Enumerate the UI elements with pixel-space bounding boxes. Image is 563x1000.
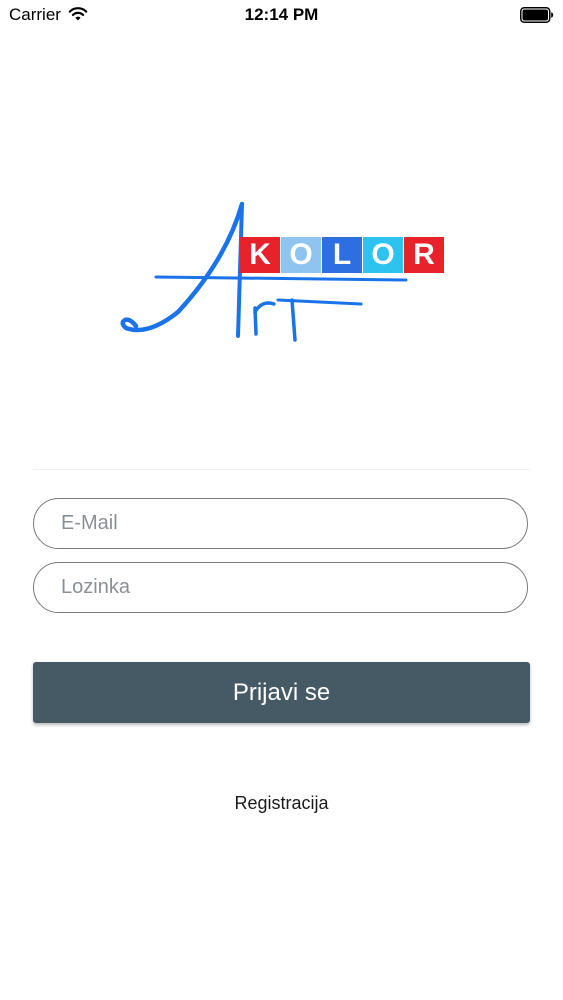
logo-tile: L xyxy=(322,237,362,273)
login-button[interactable]: Prijavi se xyxy=(33,662,530,723)
email-field[interactable] xyxy=(33,498,528,549)
app-logo xyxy=(116,200,451,350)
logo-kolor-tiles: K O L O R xyxy=(240,237,445,273)
password-field[interactable] xyxy=(33,562,528,613)
divider xyxy=(33,469,530,470)
logo-tile: K xyxy=(240,237,280,273)
status-time: 12:14 PM xyxy=(244,5,319,24)
logo-tile: R xyxy=(404,237,444,273)
status-bar: Carrier 12:14 PM xyxy=(0,0,563,30)
logo-tile: O xyxy=(281,237,321,273)
battery-icon xyxy=(520,7,554,28)
logo-tile: O xyxy=(363,237,403,273)
register-link[interactable]: Registracija xyxy=(0,793,563,814)
